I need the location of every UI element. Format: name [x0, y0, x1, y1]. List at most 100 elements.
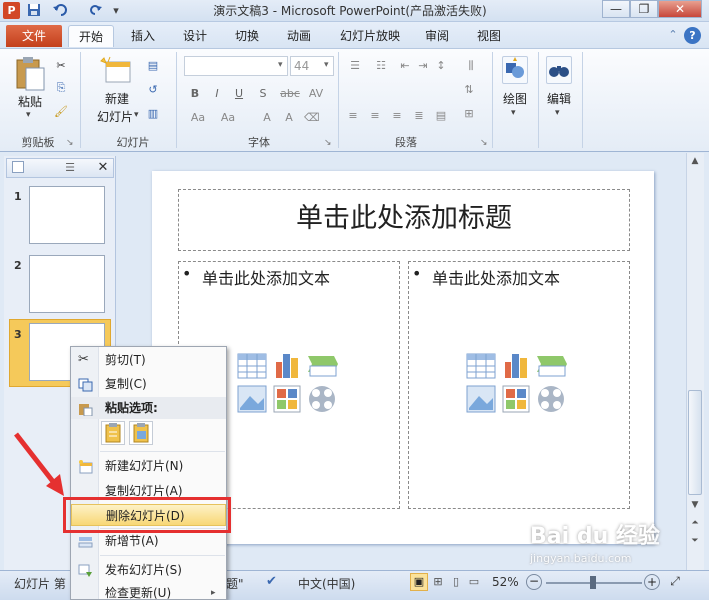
layout-icon[interactable]: ▤ — [146, 60, 160, 72]
font-size-dropdown-icon[interactable]: ▾ — [324, 60, 334, 70]
paste-keep-text-icon[interactable] — [101, 421, 125, 445]
redo-icon[interactable] — [88, 3, 104, 19]
zoom-slider-thumb[interactable] — [590, 576, 596, 589]
section-icon[interactable]: ▥ — [146, 108, 160, 120]
tab-design[interactable]: 设计 — [174, 25, 216, 47]
tab-review[interactable]: 审阅 — [416, 25, 458, 47]
align-right-icon[interactable]: ≡ — [390, 110, 404, 122]
convert-smartart-icon[interactable]: ⊞ — [462, 108, 476, 120]
font-name-input[interactable] — [184, 56, 288, 76]
content-insert-icons — [236, 350, 340, 418]
scroll-down-icon[interactable]: ▼ — [688, 500, 702, 512]
zoom-out-icon[interactable]: − — [526, 574, 542, 590]
close-panel-icon[interactable]: ✕ — [94, 159, 112, 177]
paste-label[interactable]: 粘贴 — [12, 93, 48, 110]
close-button[interactable]: ✕ — [658, 0, 702, 18]
help-icon[interactable]: ? — [684, 27, 701, 44]
reading-view-icon[interactable]: ▯ — [448, 573, 464, 591]
tab-slideshow[interactable]: 幻灯片放映 — [334, 25, 406, 47]
minimize-button[interactable]: — — [602, 0, 630, 18]
restore-button[interactable]: ❐ — [630, 0, 658, 18]
font-dropdown-icon[interactable]: ▾ — [278, 60, 288, 70]
shadow-icon[interactable]: S — [256, 88, 270, 100]
slides-tab-icon[interactable] — [12, 161, 24, 173]
tab-insert[interactable]: 插入 — [122, 25, 164, 47]
menu-item-publish-slides[interactable]: 发布幻灯片(S) — [71, 559, 226, 581]
cut-icon[interactable]: ✂ — [54, 60, 68, 72]
change-case-icon[interactable]: Aa — [188, 112, 208, 124]
text-direction-icon[interactable]: ⇅ — [462, 84, 476, 96]
new-slide-dropdown-icon[interactable]: ▾ — [134, 110, 144, 120]
tab-file[interactable]: 文件 — [6, 25, 62, 47]
align-center-icon[interactable]: ≡ — [368, 110, 382, 122]
tab-transitions[interactable]: 切换 — [226, 25, 268, 47]
scroll-thumb[interactable] — [688, 390, 702, 495]
char-spacing-icon[interactable]: AV — [306, 88, 326, 100]
font-launcher-icon[interactable]: ↘ — [324, 138, 334, 148]
menu-item-check-updates[interactable]: 检查更新(U) ▸ — [71, 585, 226, 600]
menu-item-cut[interactable]: ✂ 剪切(T) — [71, 349, 226, 371]
paste-as-picture-icon[interactable] — [129, 421, 153, 445]
scroll-up-icon[interactable]: ▲ — [688, 156, 702, 170]
strikethrough-icon[interactable]: abc — [280, 88, 300, 100]
clipboard-launcher-icon[interactable]: ↘ — [66, 138, 76, 148]
bold-icon[interactable]: B — [188, 88, 202, 100]
slideshow-icon[interactable]: ▭ — [466, 573, 482, 591]
numbering-icon[interactable]: ☷ — [372, 60, 390, 72]
bullets-icon[interactable]: ☰ — [346, 60, 364, 72]
reset-icon[interactable]: ↺ — [146, 84, 160, 96]
editing-label[interactable]: 编辑 — [542, 90, 576, 107]
menu-item-new-slide[interactable]: 新建幻灯片(N) — [71, 455, 226, 477]
language-label[interactable]: 中文(中国) — [298, 575, 355, 593]
paste-dropdown-icon[interactable]: ▾ — [26, 110, 36, 120]
columns-icon[interactable]: ⫼ — [462, 60, 480, 72]
new-slide-label[interactable]: 新建 — [96, 90, 138, 107]
line-spacing-icon[interactable]: ↕ — [432, 60, 450, 72]
increase-indent-icon[interactable]: ⇥ — [416, 60, 430, 72]
menu-item-new-section[interactable]: 新增节(A) — [71, 530, 226, 552]
fit-to-window-icon[interactable]: ⤢ — [666, 574, 684, 590]
distributed-icon[interactable]: ▤ — [434, 110, 448, 122]
insert-clipart-icon — [273, 385, 301, 413]
slide-thumbnail-1[interactable] — [29, 186, 105, 244]
font-color-icon[interactable]: Aa — [218, 112, 238, 124]
paste-button[interactable] — [14, 56, 48, 92]
spellcheck-icon[interactable]: ✔ — [266, 574, 284, 592]
italic-icon[interactable]: I — [210, 88, 224, 100]
editing-dropdown-icon[interactable]: ▾ — [555, 108, 565, 118]
new-slide-icon[interactable] — [100, 56, 134, 88]
qat-customize-icon[interactable]: ▾ — [110, 3, 122, 19]
menu-item-copy[interactable]: 复制(C) — [71, 373, 226, 395]
undo-icon[interactable] — [50, 3, 72, 19]
outline-tab-icon[interactable]: ☰ — [50, 159, 90, 177]
ribbon-collapse-icon[interactable]: ⌃ — [666, 28, 680, 42]
next-slide-icon[interactable]: ⏷ — [688, 536, 702, 548]
zoom-level[interactable]: 52% — [492, 575, 519, 593]
align-left-icon[interactable]: ≡ — [346, 110, 360, 122]
justify-icon[interactable]: ≣ — [412, 110, 426, 122]
drawing-label[interactable]: 绘图 — [498, 90, 532, 107]
new-slide-label-2[interactable]: 幻灯片 — [92, 108, 138, 125]
tab-home[interactable]: 开始 — [68, 25, 114, 47]
format-painter-icon[interactable]: 🖌 — [54, 106, 68, 118]
previous-slide-icon[interactable]: ⏶ — [688, 518, 702, 530]
powerpoint-app-icon[interactable]: P — [3, 2, 20, 19]
drawing-dropdown-icon[interactable]: ▾ — [511, 108, 521, 118]
underline-icon[interactable]: U — [232, 88, 246, 100]
decrease-indent-icon[interactable]: ⇤ — [398, 60, 412, 72]
paragraph-launcher-icon[interactable]: ↘ — [480, 138, 490, 148]
tab-view[interactable]: 视图 — [468, 25, 510, 47]
save-icon[interactable] — [26, 3, 42, 19]
red-arrow-annotation — [10, 430, 70, 500]
shrink-font-icon[interactable]: A — [282, 112, 296, 124]
drawing-button[interactable] — [502, 56, 528, 84]
slide-sorter-icon[interactable]: ⊞ — [430, 573, 446, 591]
grow-font-icon[interactable]: A — [260, 112, 274, 124]
editing-button[interactable] — [546, 56, 572, 84]
clear-format-icon[interactable]: ⌫ — [304, 112, 320, 124]
zoom-in-icon[interactable]: + — [644, 574, 660, 590]
slide-thumbnail-2[interactable] — [29, 255, 105, 313]
copy-icon[interactable]: ⎘ — [54, 82, 68, 94]
tab-animations[interactable]: 动画 — [278, 25, 320, 47]
normal-view-icon[interactable]: ▣ — [410, 573, 428, 591]
